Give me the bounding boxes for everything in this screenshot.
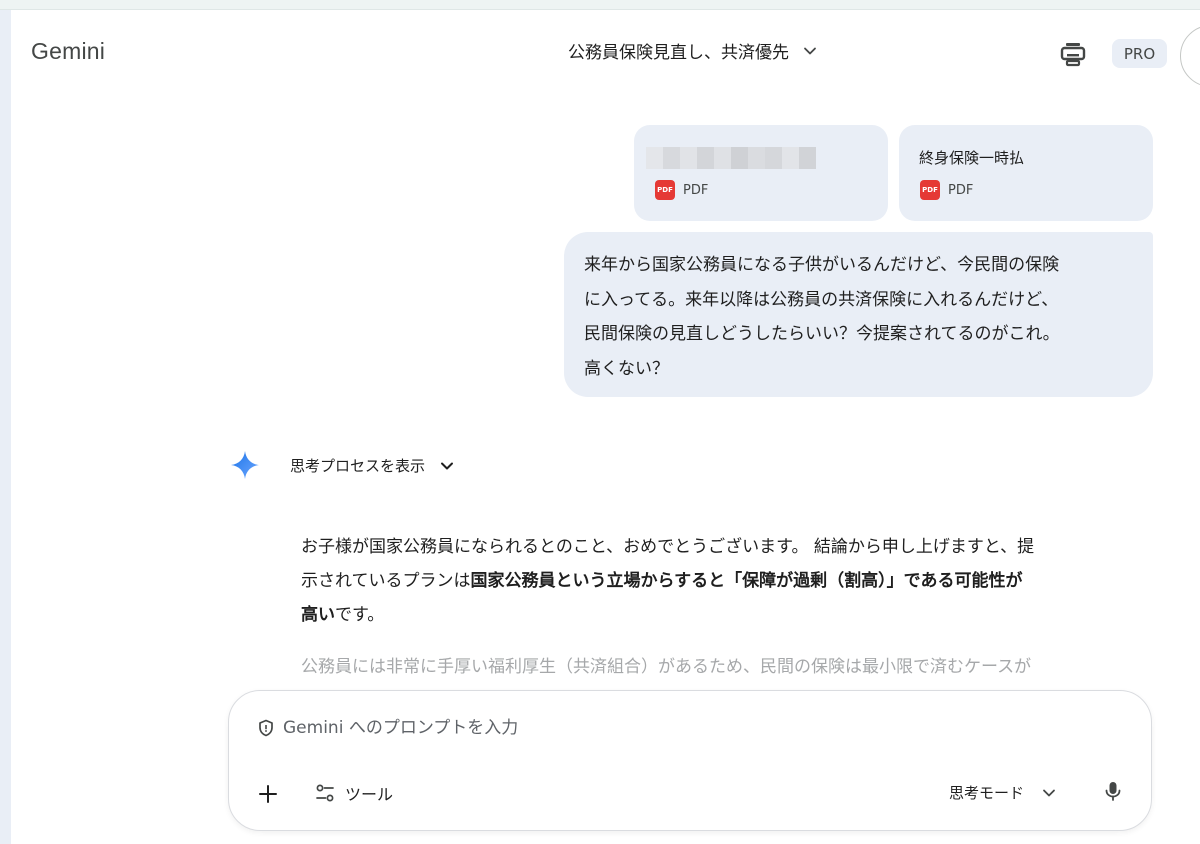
response-text-line: お子様が国家公務員になられるとのこと、おめでとうございます。 結論から申し上げま… [301, 537, 1035, 557]
response-emphasis: 国家公務員という立場からすると「保障が過剰（割高）」である可能性が [470, 571, 1023, 591]
attachment-card[interactable]: 終身保険一時払 PDF PDF [899, 125, 1153, 221]
file-type-label: PDF [948, 182, 974, 198]
assistant-response: お子様が国家公務員になられるとのこと、おめでとうございます。 結論から申し上げま… [301, 530, 1151, 677]
chevron-down-icon [1043, 789, 1055, 796]
user-message-line: 民間保険の見直しどうしたらいい？今提案されてるのがこれ。 [584, 324, 1060, 344]
pdf-icon: PDF [655, 180, 675, 200]
attachment-card[interactable]: PDF PDF [634, 125, 888, 221]
user-message: 来年から国家公務員になる子供がいるんだけど、今民間の保険 に入ってる。来年以降は… [564, 232, 1153, 397]
show-thinking-label: 思考プロセスを表示 [290, 457, 426, 475]
show-thinking-toggle[interactable]: 思考プロセスを表示 [290, 455, 455, 476]
response-text: です。 [335, 605, 385, 625]
file-type-row: PDF PDF [655, 180, 708, 200]
response-text: 示されているプランは [301, 571, 471, 591]
pro-badge[interactable]: PRO [1112, 39, 1167, 68]
browser-top-strip [0, 0, 1200, 10]
pdf-icon: PDF [920, 180, 940, 200]
file-name: 終身保険一時払 [919, 149, 1025, 167]
shield-icon [259, 719, 273, 737]
mode-label: 思考モード [949, 784, 1025, 802]
prompt-input-row [257, 717, 845, 739]
user-message-line: 来年から国家公務員になる子供がいるんだけど、今民間の保険 [584, 255, 1060, 275]
gemini-spark-icon [231, 451, 259, 479]
conversation-title-button[interactable]: 公務員保険見直し、共済優先 [568, 38, 817, 63]
prompt-composer: ツール 思考モード [228, 690, 1152, 831]
redacted-file-name [646, 147, 816, 169]
app-title: Gemini [31, 38, 106, 64]
user-message-line: に入ってる。来年以降は公務員の共済保険に入れるんだけど、 [584, 289, 1059, 310]
file-type-label: PDF [683, 182, 709, 198]
tools-label: ツール [345, 785, 394, 804]
tools-button[interactable]: ツール [315, 781, 393, 805]
tools-icon [316, 784, 334, 802]
avatar[interactable] [1180, 25, 1200, 87]
print-icon[interactable] [1059, 40, 1087, 68]
file-type-row: PDF PDF [920, 180, 973, 200]
response-text-line: 高いです。 [301, 598, 1151, 632]
response-emphasis: 高い [301, 605, 335, 625]
plus-icon[interactable] [255, 781, 281, 807]
user-message-line: 高くない？ [584, 358, 669, 379]
prompt-input[interactable] [281, 717, 845, 739]
conversation-title: 公務員保険見直し、共済優先 [568, 43, 789, 63]
mode-selector[interactable]: 思考モード [949, 782, 1056, 803]
response-text-line: 示されているプランは国家公務員という立場からすると「保障が過剰（割高）」である可… [301, 564, 1151, 598]
microphone-icon[interactable] [1101, 779, 1125, 803]
chevron-down-icon [804, 47, 816, 54]
chevron-down-icon [441, 462, 454, 469]
sidebar-rail[interactable] [0, 10, 11, 844]
response-faded-line: 公務員には非常に手厚い福利厚生（共済組合）があるため、民間の保険は最小限で済むケ… [301, 657, 1032, 677]
